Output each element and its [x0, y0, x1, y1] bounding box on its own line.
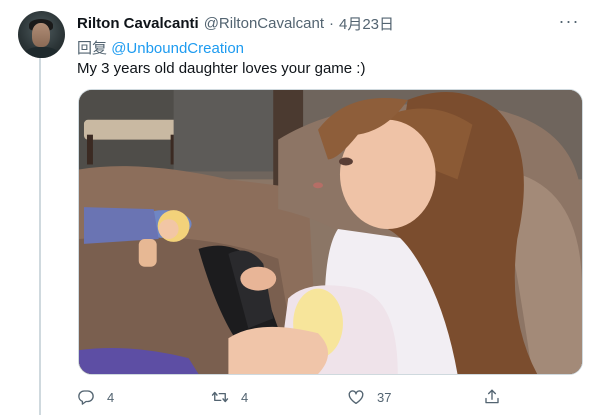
reply-count: 4: [107, 389, 115, 405]
reply-button[interactable]: 4: [77, 386, 114, 408]
reply-mention-link[interactable]: @UnboundCreation: [111, 40, 244, 57]
tweet-actions: 4 4 37: [77, 386, 507, 408]
more-icon[interactable]: ···: [558, 12, 580, 30]
avatar-face: [32, 23, 50, 47]
header-separator: ·: [328, 14, 334, 32]
reply-icon: [78, 390, 94, 405]
reply-context: 回复 @UnboundCreation: [77, 37, 244, 58]
share-button[interactable]: [483, 386, 501, 408]
tweet-header: Rilton Cavalcanti @RiltonCavalcant · 4月2…: [77, 13, 394, 33]
retweet-count: 4: [241, 389, 249, 405]
share-icon: [485, 389, 499, 404]
tweet-date[interactable]: 4月23日: [339, 13, 394, 34]
author-handle[interactable]: @RiltonCavalcant: [204, 15, 324, 32]
tweet-text: My 3 years old daughter loves your game …: [77, 60, 366, 77]
author-name[interactable]: Rilton Cavalcanti: [77, 15, 199, 32]
tweet-video[interactable]: [78, 89, 583, 375]
retweet-icon: [211, 391, 229, 403]
avatar[interactable]: [18, 11, 65, 58]
thread-line: [39, 58, 41, 415]
like-icon: [348, 390, 364, 405]
like-count: 37: [377, 389, 392, 405]
avatar-body: [24, 47, 59, 58]
like-button[interactable]: 37: [347, 386, 391, 408]
more-glyph: ···: [558, 11, 580, 31]
reply-prefix: 回复: [77, 40, 108, 57]
video-frame: [79, 90, 582, 374]
retweet-button[interactable]: 4: [211, 386, 248, 408]
